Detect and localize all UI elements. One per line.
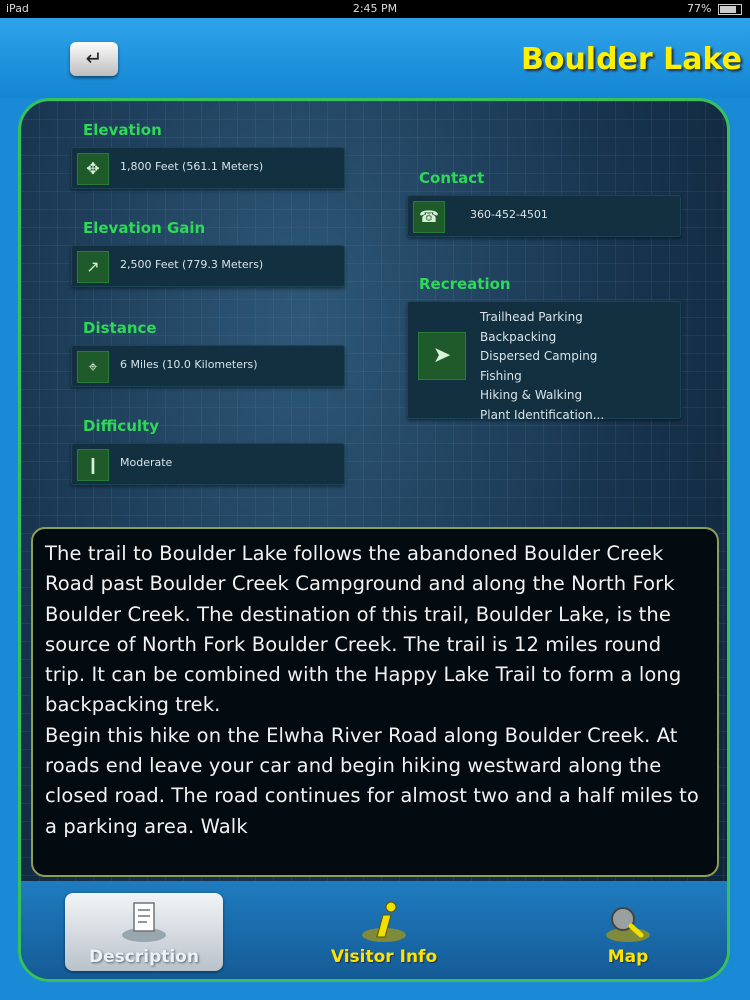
elevation-label: Elevation: [83, 121, 162, 139]
elevation-gain-label: Elevation Gain: [83, 219, 206, 237]
difficulty-value: Moderate: [120, 456, 173, 469]
elevation-icon: ✥: [77, 153, 109, 185]
tab-visitor-info-label: Visitor Info: [330, 947, 438, 967]
distance-value: 6 Miles (10.0 Kilometers): [120, 358, 258, 371]
elevation-value: 1,800 Feet (561.1 Meters): [120, 160, 264, 173]
document-icon: [122, 902, 166, 942]
tab-visitor-info[interactable]: Visitor Info: [305, 893, 463, 971]
list-item: Plant Identification...: [480, 407, 605, 422]
main-panel: Elevation ✥ 1,800 Feet (561.1 Meters) El…: [18, 98, 730, 982]
distance-box: ⌖ 6 Miles (10.0 Kilometers): [71, 345, 345, 387]
difficulty-label: Difficulty: [83, 417, 159, 435]
difficulty-box: ❙ Moderate: [71, 443, 345, 485]
location-pin-icon: ⌖: [77, 351, 109, 383]
distance-label: Distance: [83, 319, 157, 337]
phone-icon: ☎: [413, 201, 445, 233]
thermometer-icon: ❙: [77, 449, 109, 481]
contact-value: 360-452-4501: [470, 208, 548, 221]
tab-description[interactable]: Description: [65, 893, 223, 971]
list-item: Hiking & Walking: [480, 388, 583, 402]
status-bar: iPad 2:45 PM 77%: [0, 0, 750, 18]
back-arrow-icon: ↵: [85, 48, 103, 70]
battery-percent: 77%: [687, 2, 712, 15]
description-text: The trail to Boulder Lake follows the ab…: [45, 542, 699, 838]
cursor-pointer-icon: ➤: [418, 332, 466, 380]
recreation-box: ➤ Trailhead Parking Backpacking Disperse…: [407, 301, 681, 422]
map-search-icon: [606, 907, 650, 942]
page-title: Boulder Lake: [520, 42, 742, 77]
contact-label: Contact: [419, 169, 485, 187]
elevation-gain-value: 2,500 Feet (779.3 Meters): [120, 258, 264, 271]
tab-bar: Description Visitor Info Map: [21, 881, 727, 979]
description-box[interactable]: The trail to Boulder Lake follows the ab…: [31, 527, 719, 877]
tab-map[interactable]: Map: [549, 893, 707, 971]
tab-description-label: Description: [89, 947, 199, 967]
list-item: Dispersed Camping: [480, 349, 598, 363]
tab-map-label: Map: [607, 947, 649, 967]
contact-box[interactable]: ☎ 360-452-4501: [407, 195, 681, 237]
nav-header: ↵ Boulder Lake: [0, 18, 750, 98]
info-icon: [362, 901, 406, 942]
recreation-list: Trailhead Parking Backpacking Dispersed …: [480, 308, 604, 425]
battery-icon: [718, 3, 742, 15]
recreation-label: Recreation: [419, 275, 511, 293]
list-item: Fishing: [480, 368, 522, 383]
back-button[interactable]: ↵: [70, 42, 118, 76]
battery-status: 77%: [687, 2, 742, 15]
status-time: 2:45 PM: [352, 2, 398, 15]
elevation-gain-box: ↗ 2,500 Feet (779.3 Meters): [71, 245, 345, 287]
climber-icon: ↗: [77, 251, 109, 283]
list-item: Trailhead Parking: [480, 310, 583, 324]
list-item: Backpacking: [480, 329, 557, 344]
elevation-box: ✥ 1,800 Feet (561.1 Meters): [71, 147, 345, 189]
